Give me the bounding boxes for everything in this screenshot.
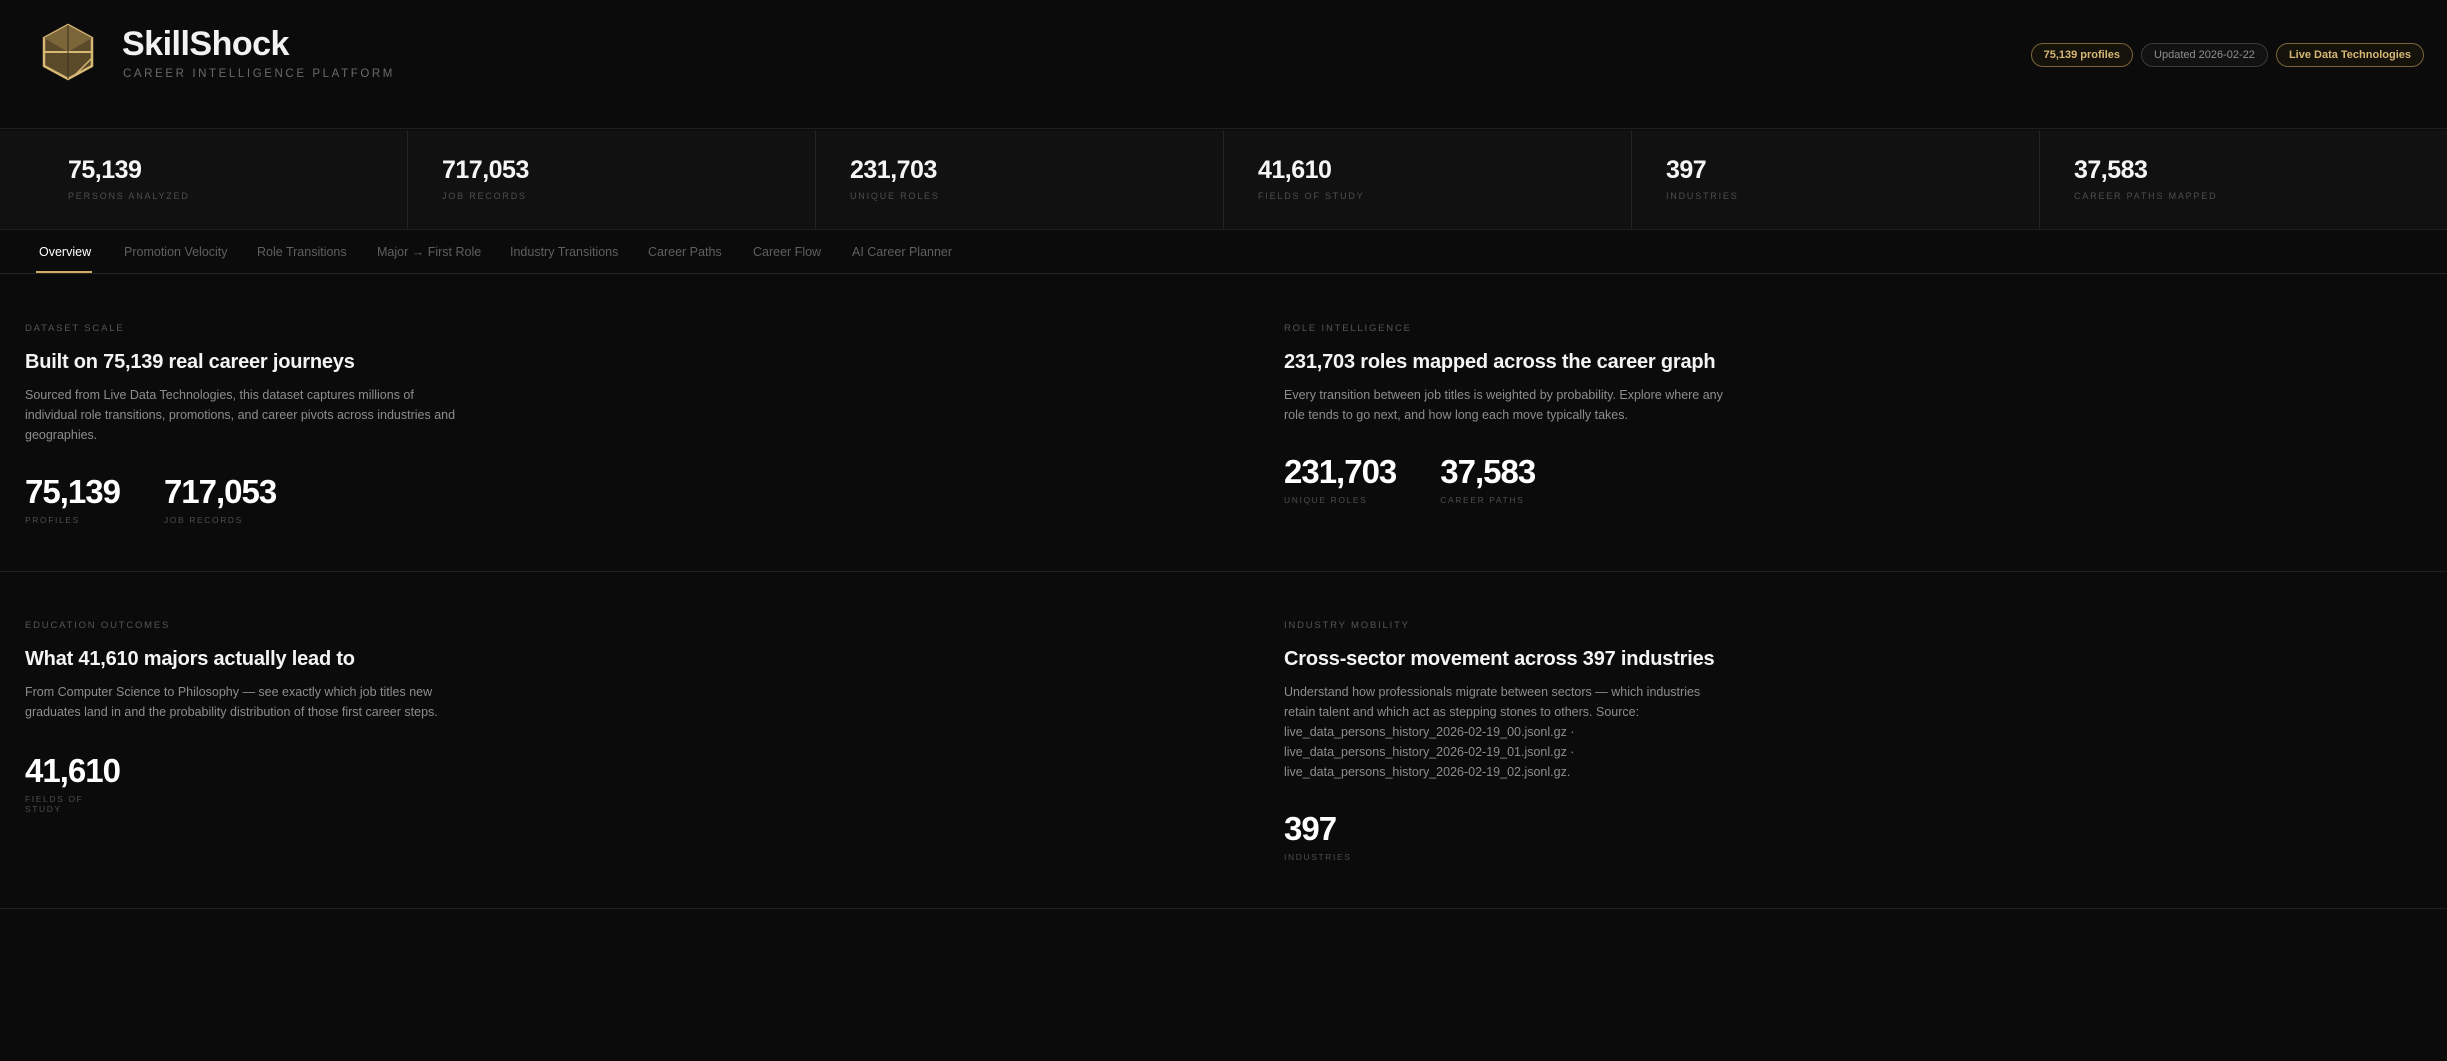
card-eyebrow: EDUCATION OUTCOMES (25, 620, 171, 631)
tab-career-flow[interactable]: Career Flow (753, 245, 821, 259)
tab-major-first-role[interactable]: Major → First Role (377, 245, 481, 259)
app-title: SkillShock (122, 25, 289, 63)
source-badge: Live Data Technologies (2275, 43, 2424, 67)
hexagon-logo-icon (42, 23, 94, 81)
metric-label: UNIQUE ROLES (1284, 495, 1368, 505)
stat-fields-of-study: 41,610 FIELDS OF STUDY (1224, 130, 1632, 229)
tab-overview[interactable]: Overview (39, 245, 91, 259)
card-title: Cross-sector movement across 397 industr… (1284, 648, 1715, 670)
metric: 231,703 UNIQUE ROLES (1284, 453, 1397, 505)
metric-label: CAREER PATHS (1440, 495, 1525, 505)
stat-value: 231,703 (850, 156, 937, 184)
card-title: Built on 75,139 real career journeys (25, 351, 355, 373)
metric-value: 231,703 (1284, 453, 1397, 490)
metric: 41,610 FIELDS OF STUDY (25, 752, 121, 814)
active-tab-indicator (36, 271, 92, 273)
stat-label: JOB RECORDS (442, 191, 527, 201)
stat-value: 41,610 (1258, 156, 1332, 184)
stat-value: 397 (1666, 156, 1707, 184)
tab-promotion-velocity[interactable]: Promotion Velocity (124, 245, 228, 259)
card-eyebrow: DATASET SCALE (25, 323, 125, 334)
card-eyebrow: ROLE INTELLIGENCE (1284, 323, 1412, 334)
content-row-2: EDUCATION OUTCOMES What 41,610 majors ac… (0, 572, 2447, 909)
tab-industry-transitions[interactable]: Industry Transitions (510, 245, 618, 259)
stat-label: FIELDS OF STUDY (1258, 191, 1365, 201)
metric-value: 41,610 (25, 752, 121, 789)
metric-value: 717,053 (163, 473, 277, 510)
metric: 75,139 PROFILES (25, 473, 121, 525)
tab-role-transitions[interactable]: Role Transitions (257, 245, 347, 259)
stat-value: 37,583 (2074, 156, 2148, 184)
card-title: 231,703 roles mapped across the career g… (1284, 351, 1716, 373)
metric-label: INDUSTRIES (1284, 852, 1352, 862)
header-badges: 75,139 profiles Updated 2026-02-22 Live … (2030, 43, 2424, 67)
app-header: SkillShock CAREER INTELLIGENCE PLATFORM … (0, 0, 2447, 129)
metric: 397 INDUSTRIES (1284, 810, 1351, 862)
content-row-1: DATASET SCALE Built on 75,139 real caree… (0, 275, 2447, 572)
card-metrics: 75,139 PROFILES 717,053 JOB RECORDS (25, 473, 277, 525)
stat-label: UNIQUE ROLES (850, 191, 940, 201)
stat-persons: 75,139 PERSONS ANALYZED (0, 130, 408, 229)
metric-value: 75,139 (25, 473, 121, 510)
metric: 37,583 CAREER PATHS (1440, 453, 1536, 505)
card-title: What 41,610 majors actually lead to (25, 648, 355, 670)
updated-badge: Updated 2026-02-22 (2141, 43, 2268, 67)
stat-label: INDUSTRIES (1666, 191, 1739, 201)
card-metrics: 397 INDUSTRIES (1284, 810, 1351, 862)
metric-label: PROFILES (25, 515, 80, 525)
stat-label: CAREER PATHS MAPPED (2074, 191, 2218, 201)
card-description: Every transition between job titles is w… (1284, 388, 1723, 422)
profiles-badge: 75,139 profiles (2030, 43, 2134, 67)
tab-bar: Overview Promotion Velocity Role Transit… (0, 231, 2447, 274)
stat-unique-roles: 231,703 UNIQUE ROLES (816, 130, 1224, 229)
card-eyebrow: INDUSTRY MOBILITY (1284, 620, 1410, 631)
metric-label: JOB RECORDS (163, 515, 243, 525)
stat-value: 75,139 (68, 156, 142, 184)
metric: 717,053 JOB RECORDS (163, 473, 277, 525)
card-description: Sourced from Live Data Technologies, thi… (25, 388, 456, 442)
stats-bar: 75,139 PERSONS ANALYZED 717,053 JOB RECO… (0, 130, 2447, 230)
stat-career-paths: 37,583 CAREER PATHS MAPPED (2040, 130, 2447, 229)
card-description: Understand how professionals migrate bet… (1284, 685, 1701, 779)
card-metrics: 41,610 FIELDS OF STUDY (25, 752, 121, 814)
stat-job-records: 717,053 JOB RECORDS (408, 130, 816, 229)
tab-ai-career-planner[interactable]: AI Career Planner (852, 245, 952, 259)
stat-industries: 397 INDUSTRIES (1632, 130, 2040, 229)
metric-value: 397 (1284, 810, 1337, 847)
metric-label: FIELDS OF STUDY (25, 794, 84, 814)
stat-label: PERSONS ANALYZED (68, 191, 190, 201)
stat-value: 717,053 (442, 156, 529, 184)
card-metrics: 231,703 UNIQUE ROLES 37,583 CAREER PATHS (1284, 453, 1536, 505)
metric-value: 37,583 (1440, 453, 1536, 490)
card-description: From Computer Science to Philosophy — se… (25, 685, 438, 719)
app-subtitle: CAREER INTELLIGENCE PLATFORM (123, 68, 395, 80)
tab-career-paths[interactable]: Career Paths (648, 245, 722, 259)
